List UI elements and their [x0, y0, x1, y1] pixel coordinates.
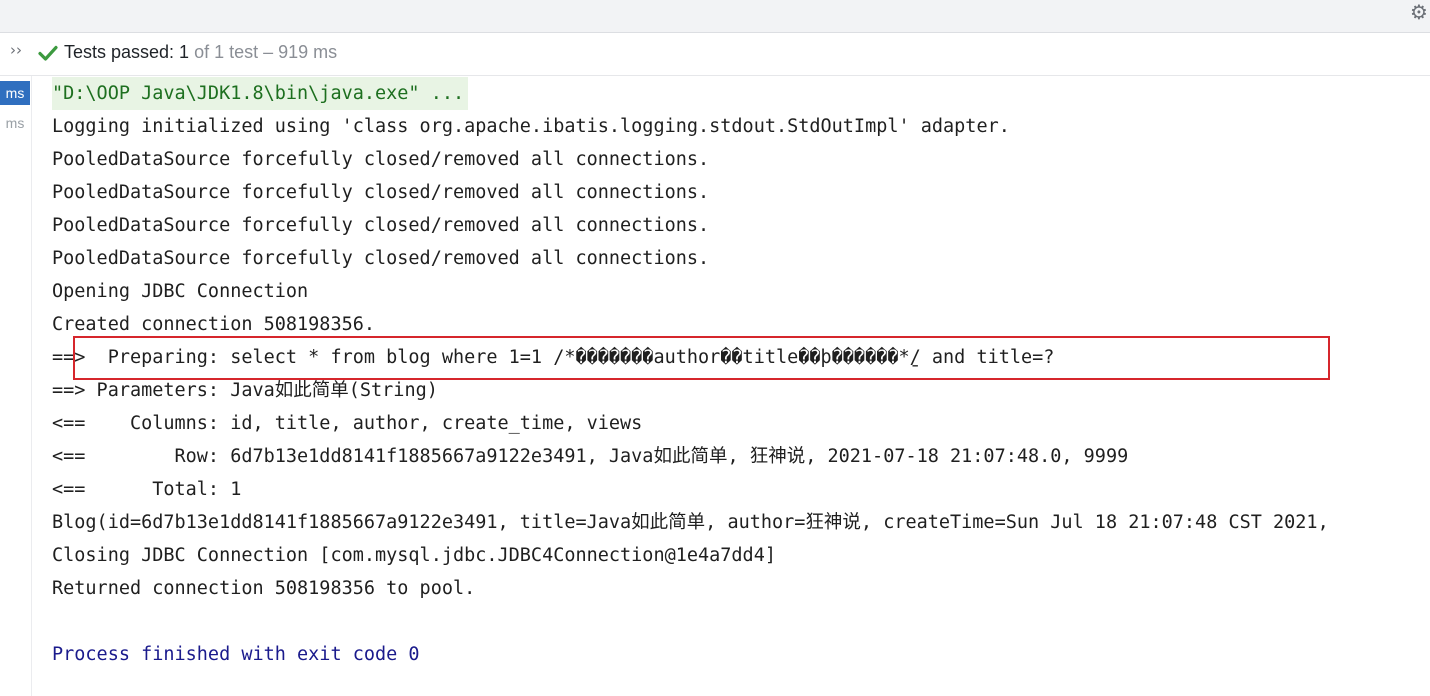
run-tool-window: ⚙ ›› Tests passed: 1 of 1 test – 919 ms …: [0, 0, 1430, 696]
console-line: Blog(id=6d7b13e1dd8141f1885667a9122e3491…: [52, 512, 1329, 533]
console-line: <== Columns: id, title, author, create_t…: [52, 413, 643, 434]
tests-duration-label: of 1 test – 919 ms: [189, 42, 338, 62]
gear-icon[interactable]: ⚙: [1410, 0, 1430, 24]
gutter-item[interactable]: ms: [0, 111, 30, 135]
tool-window-header: ⚙: [0, 0, 1430, 33]
console-line: Opening JDBC Connection: [52, 281, 309, 302]
console-line: <== Total: 1: [52, 479, 242, 500]
gutter-item-selected[interactable]: ms: [0, 81, 30, 105]
double-chevron-right-icon[interactable]: ››: [10, 41, 22, 59]
test-status-bar: ›› Tests passed: 1 of 1 test – 919 ms: [0, 33, 1430, 76]
test-results-gutter: ms ms: [0, 76, 32, 696]
tests-passed-label: Tests passed: 1: [64, 42, 190, 62]
console-line: PooledDataSource forcefully closed/remov…: [52, 182, 710, 203]
console-line: Closing JDBC Connection [com.mysql.jdbc.…: [52, 545, 776, 566]
console-line-command[interactable]: "D:\OOP Java\JDK1.8\bin\java.exe" ...: [52, 77, 469, 110]
console-line-exit: Process finished with exit code 0: [52, 644, 420, 665]
console-line: PooledDataSource forcefully closed/remov…: [52, 215, 710, 236]
console-line: Logging initialized using 'class org.apa…: [52, 116, 1010, 137]
console-line: PooledDataSource forcefully closed/remov…: [52, 149, 710, 170]
console-line: Returned connection 508198356 to pool.: [52, 578, 476, 599]
highlight-annotation-box: [73, 336, 1330, 380]
test-status-text: Tests passed: 1 of 1 test – 919 ms: [64, 42, 337, 63]
check-icon: [38, 45, 58, 61]
console-line: <== Row: 6d7b13e1dd8141f1885667a9122e349…: [52, 446, 1129, 467]
console-line: PooledDataSource forcefully closed/remov…: [52, 248, 710, 269]
